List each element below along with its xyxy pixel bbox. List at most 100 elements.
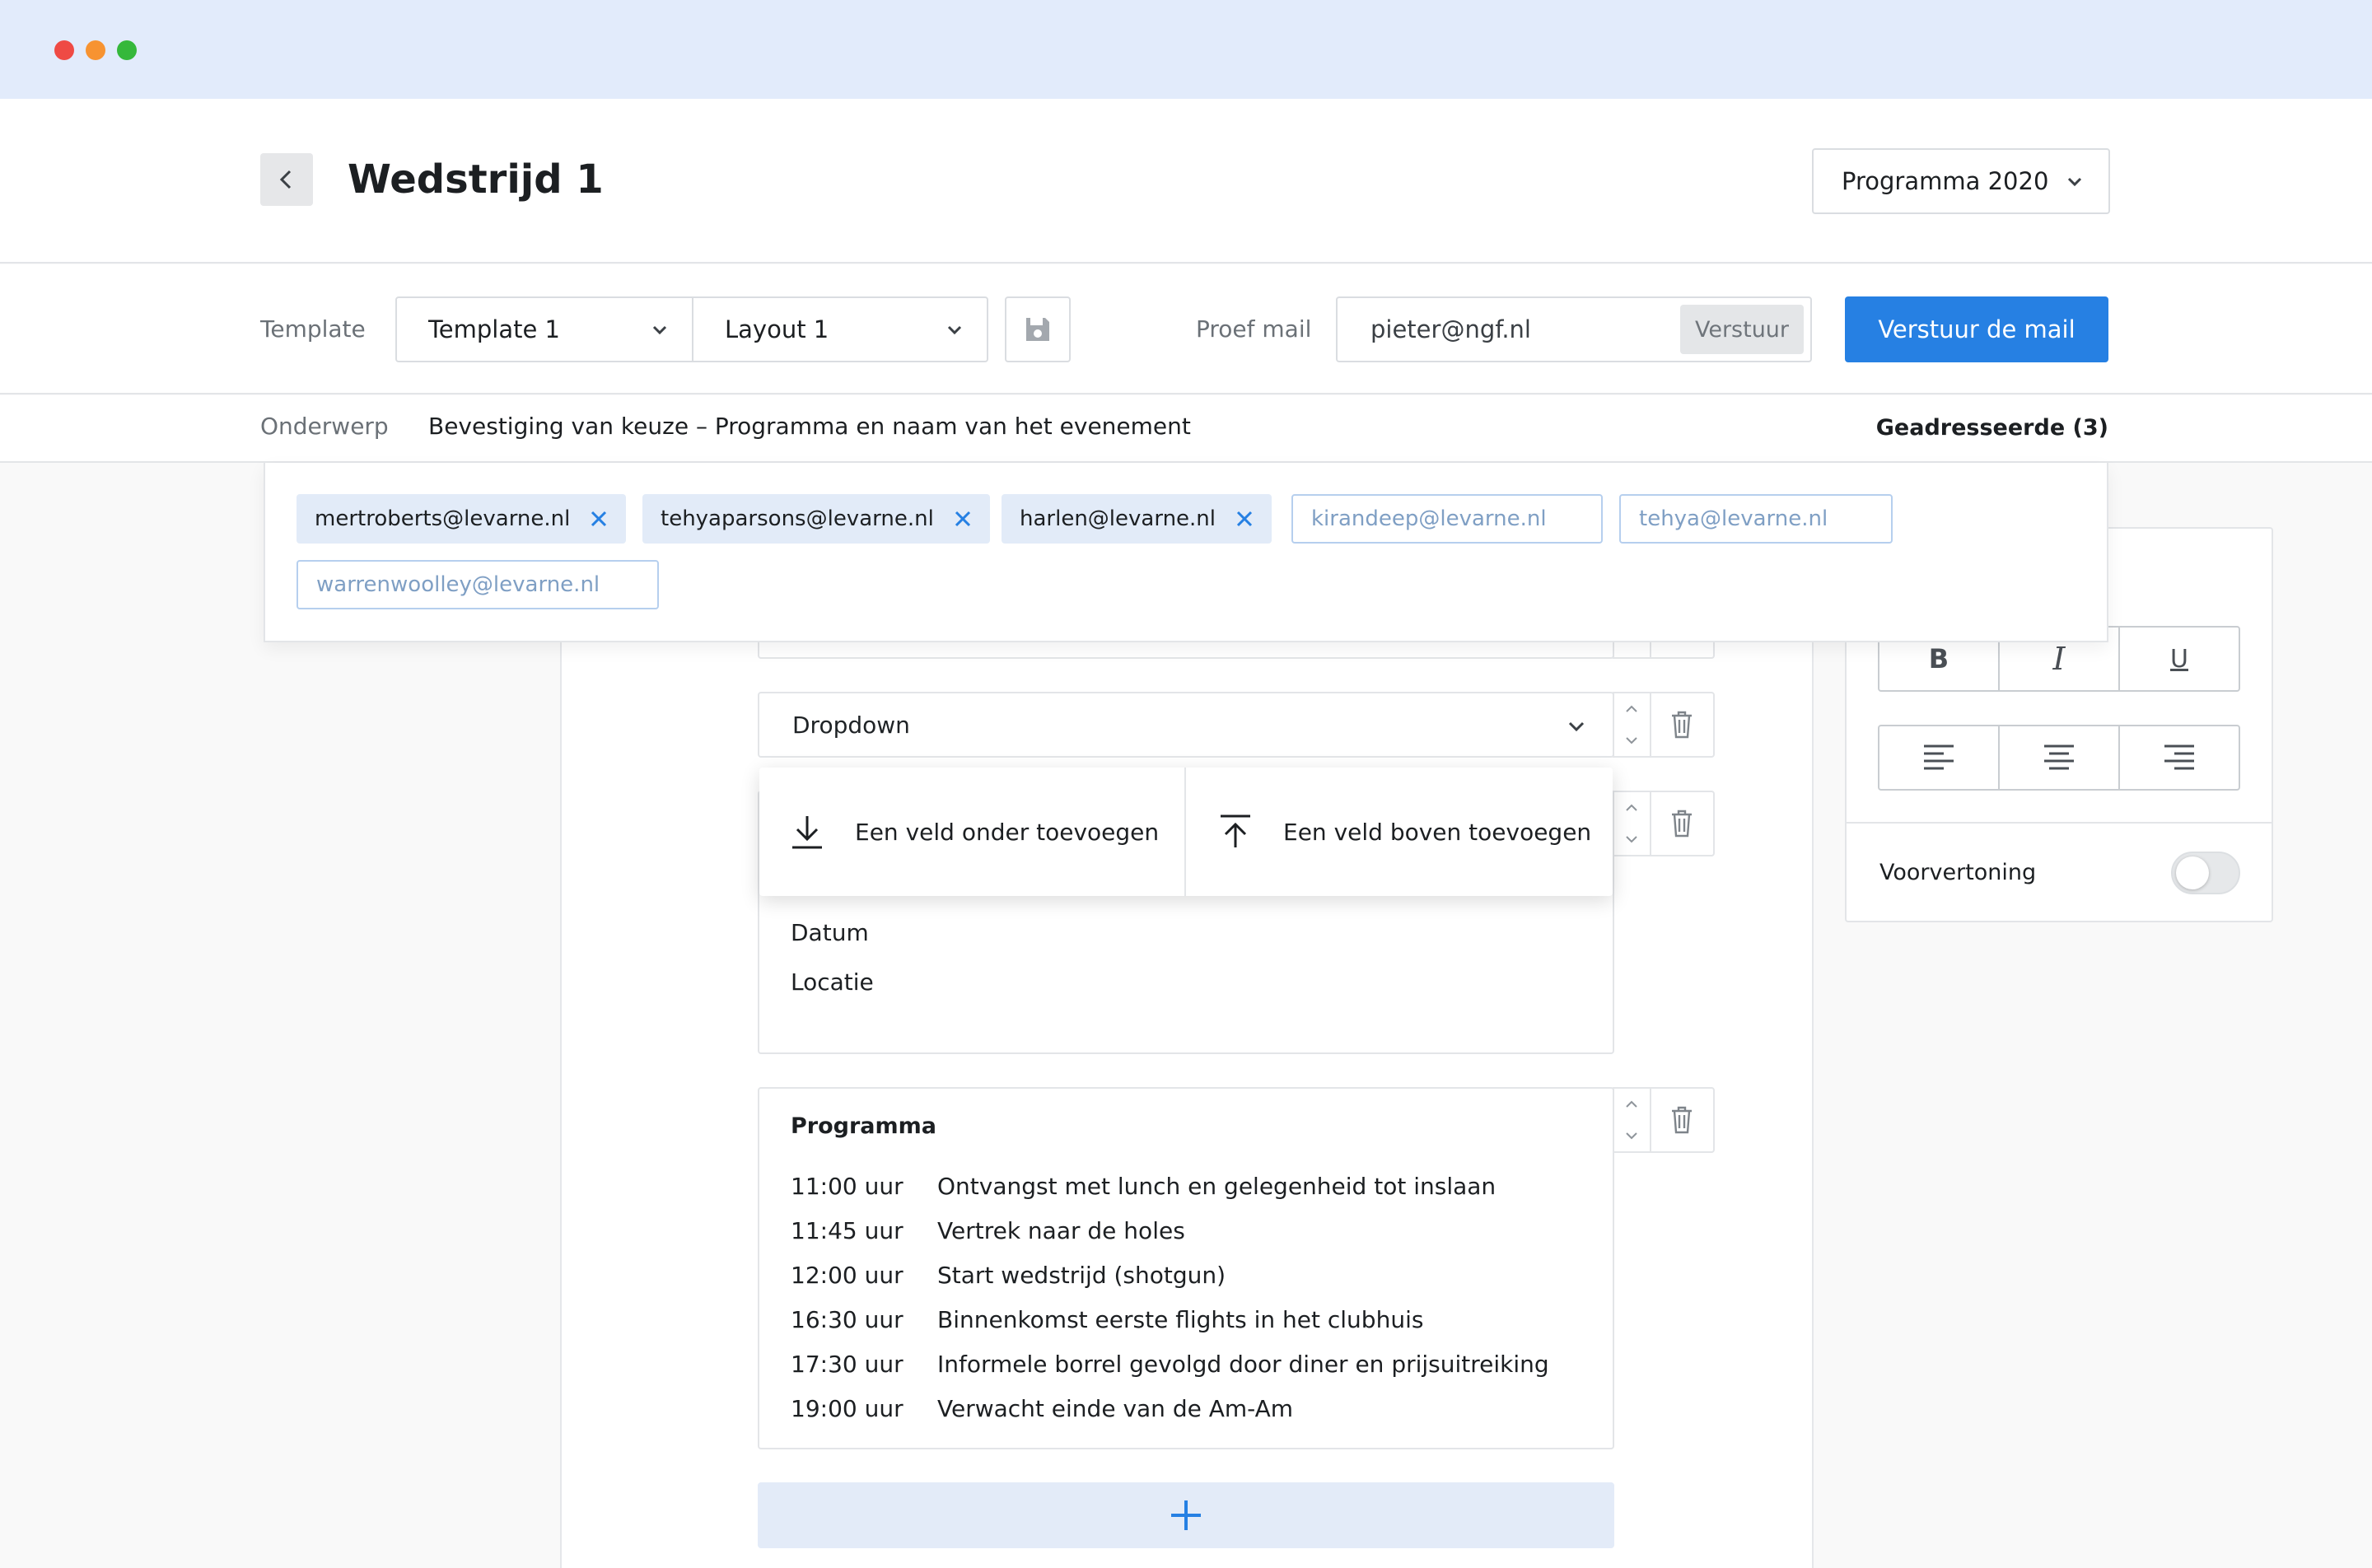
add-field-above-button[interactable]: Een veld boven toevoegen (1184, 768, 1613, 896)
delete-block-button[interactable] (1649, 693, 1713, 756)
text-line: Datum (791, 919, 869, 946)
close-window-button[interactable] (54, 40, 74, 60)
close-icon[interactable] (590, 510, 608, 528)
add-field-above-label: Een veld boven toevoegen (1283, 818, 1592, 846)
block-controls (1613, 791, 1715, 856)
send-test-button[interactable]: Verstuur (1680, 305, 1804, 354)
alignment-group (1878, 725, 2240, 791)
recipient-chip-unselected[interactable]: kirandeep@levarne.nl (1291, 494, 1603, 544)
chevron-down-icon (652, 325, 667, 335)
delete-block-button[interactable] (1649, 1089, 1713, 1151)
minimize-window-button[interactable] (86, 40, 105, 60)
program-text: Informele borrel gevolgd door diner en p… (937, 1351, 1549, 1378)
align-right-button[interactable] (2118, 726, 2239, 789)
send-mail-button[interactable]: Verstuur de mail (1845, 296, 2108, 362)
program-text: Ontvangst met lunch en gelegenheid tot i… (937, 1173, 1497, 1200)
chevron-up-icon[interactable] (1625, 804, 1638, 812)
align-left-icon (1924, 744, 1954, 770)
trash-icon (1672, 711, 1693, 739)
recipient-chip-unselected[interactable]: warrenwoolley@levarne.nl (296, 560, 659, 609)
program-text: Vertrek naar de holes (937, 1217, 1185, 1244)
add-field-below-button[interactable]: Een veld onder toevoegen (759, 768, 1184, 896)
trash-icon (1672, 1106, 1693, 1134)
recipients-toggle[interactable]: Geadresseerde (3) (1779, 412, 2108, 445)
program-row: 16:30 uur Binnenkomst eerste flights in h… (791, 1304, 1565, 1337)
chevron-down-icon[interactable] (1625, 835, 1638, 843)
program-text: Binnenkomst eerste flights in het clubhu… (937, 1306, 1424, 1333)
program-title: Programma (791, 1113, 937, 1139)
chevron-up-icon[interactable] (1625, 705, 1638, 713)
dropdown-field[interactable]: Dropdown (758, 692, 1614, 758)
recipients-panel (264, 463, 2108, 642)
chevron-down-icon[interactable] (1625, 1132, 1638, 1140)
recipient-chip-unselected[interactable]: tehya@levarne.nl (1619, 494, 1893, 544)
program-text: Verwacht einde van de Am-Am (937, 1395, 1294, 1422)
text-line: Locatie (791, 968, 874, 996)
maximize-window-button[interactable] (117, 40, 137, 60)
plus-icon (1171, 1500, 1201, 1530)
program-row: 17:30 uur Informele borrel gevolgd door d… (791, 1348, 1565, 1381)
add-field-below-label: Een veld onder toevoegen (855, 818, 1160, 846)
move-arrows[interactable] (1614, 792, 1650, 855)
subject-input[interactable]: Bevestiging van keuze – Programma en naa… (428, 410, 1191, 443)
chevron-down-icon (1568, 721, 1585, 731)
layout-select[interactable]: Layout 1 (692, 296, 988, 362)
align-left-button[interactable] (1879, 726, 1998, 789)
window-titlebar (0, 0, 2372, 99)
divider (1847, 822, 2272, 824)
chevron-up-icon[interactable] (1625, 1100, 1638, 1108)
move-arrows[interactable] (1614, 1089, 1650, 1151)
proef-mail-label: Proef mail (1196, 315, 1312, 343)
program-select-value: Programma 2020 (1842, 167, 2049, 195)
page-title: Wedstrijd 1 (348, 156, 604, 203)
program-select[interactable]: Programma 2020 (1812, 148, 2110, 214)
recipient-chip-selected[interactable]: harlen@levarne.nl (1002, 494, 1272, 544)
save-template-button[interactable] (1005, 296, 1071, 362)
recipient-email: warrenwoolley@levarne.nl (316, 572, 600, 597)
program-row: 11:45 uur Vertrek naar de holes (791, 1215, 1565, 1248)
preview-toggle[interactable] (2171, 852, 2240, 894)
toggle-knob (2176, 856, 2209, 889)
recipient-chip-selected[interactable]: mertroberts@levarne.nl (296, 494, 627, 544)
block-controls (1613, 692, 1715, 758)
chevron-down-icon[interactable] (1625, 736, 1638, 744)
move-arrows[interactable] (1614, 693, 1650, 756)
recipient-email: tehyaparsons@levarne.nl (661, 506, 934, 531)
back-button[interactable] (260, 153, 313, 206)
recipient-email: mertroberts@levarne.nl (315, 506, 571, 531)
align-center-button[interactable] (1998, 726, 2118, 789)
program-row: 19:00 uur Verwacht einde van de Am-Am (791, 1393, 1565, 1426)
chevron-down-icon (947, 325, 962, 335)
program-time: 19:00 uur (791, 1395, 904, 1422)
template-select[interactable]: Template 1 (395, 296, 693, 362)
subject-label: Onderwerp (260, 413, 389, 440)
close-icon[interactable] (1235, 510, 1254, 528)
underline-button[interactable]: U (2118, 628, 2239, 690)
program-text: Start wedstrijd (shotgun) (937, 1262, 1226, 1289)
program-time: 16:30 uur (791, 1306, 904, 1333)
close-icon[interactable] (954, 510, 972, 528)
program-time: 11:00 uur (791, 1173, 904, 1200)
preview-label: Voorvertoning (1879, 860, 2037, 885)
program-row: 12:00 uur Start wedstrijd (shotgun) (791, 1259, 1565, 1292)
layout-select-value: Layout 1 (725, 315, 829, 343)
download-icon (789, 813, 825, 851)
align-center-icon (2044, 744, 2074, 770)
chevron-down-icon (2067, 177, 2082, 187)
recipient-email: harlen@levarne.nl (1020, 506, 1216, 531)
chevron-left-icon (279, 170, 292, 189)
dropdown-label: Dropdown (792, 711, 910, 739)
align-right-icon (2164, 744, 2194, 770)
template-label: Template (260, 315, 366, 343)
upload-icon (1217, 813, 1254, 851)
delete-block-button[interactable] (1649, 792, 1713, 855)
block-controls (1613, 1087, 1715, 1153)
floppy-disk-icon (1026, 318, 1049, 341)
program-time: 11:45 uur (791, 1217, 904, 1244)
recipient-email: kirandeep@levarne.nl (1311, 506, 1547, 531)
add-block-button[interactable] (758, 1482, 1614, 1548)
recipient-chip-selected[interactable]: tehyaparsons@levarne.nl (642, 494, 990, 544)
program-row: 11:00 uur Ontvangst met lunch en gelegenh… (791, 1170, 1565, 1203)
template-select-value: Template 1 (428, 315, 560, 343)
trash-icon (1672, 810, 1693, 838)
